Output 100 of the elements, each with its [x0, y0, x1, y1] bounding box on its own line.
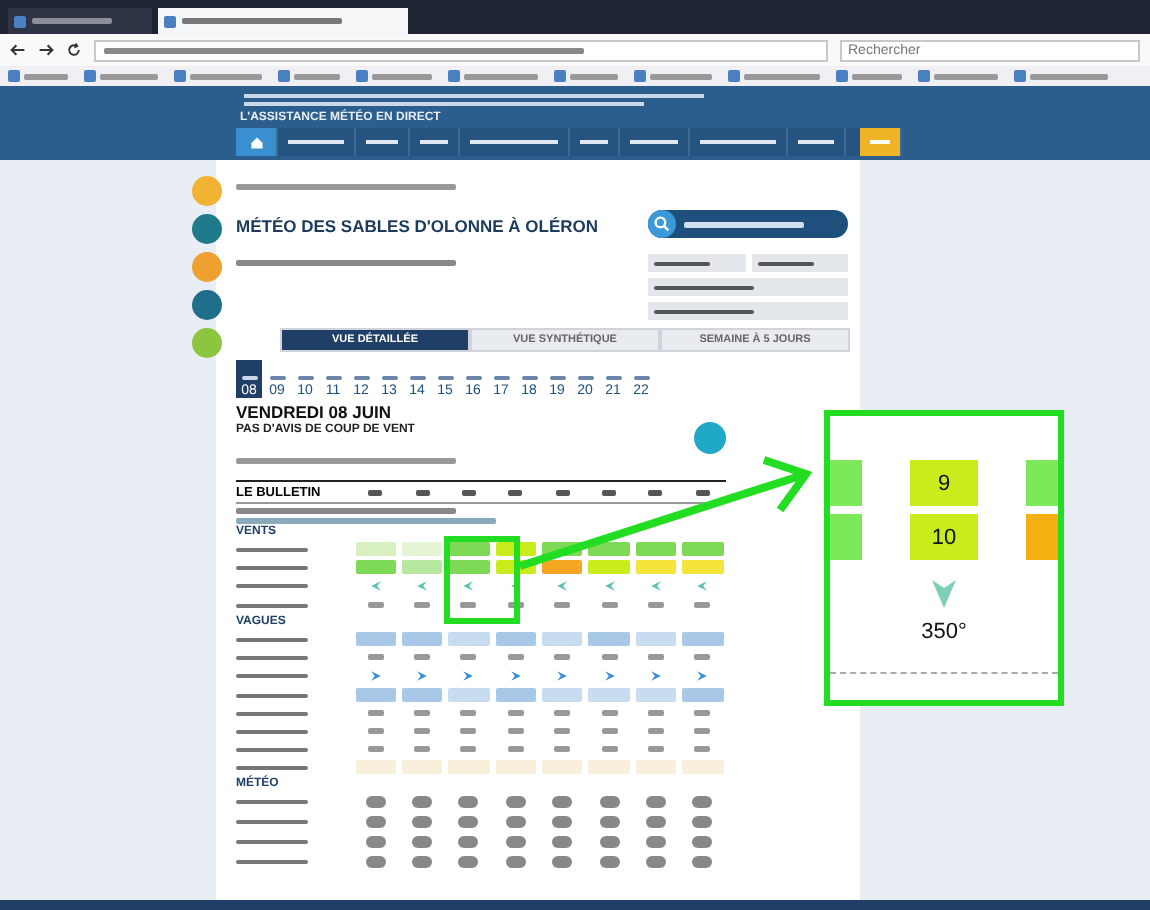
forecast-value [694, 602, 711, 608]
nav-button[interactable] [648, 254, 745, 272]
bookmark-item[interactable] [448, 70, 538, 82]
forecast-value [554, 602, 571, 608]
cloud-icon [458, 856, 479, 868]
direction-arrow-icon [416, 670, 429, 682]
forward-icon[interactable] [38, 42, 54, 58]
bookmark-item[interactable] [356, 70, 432, 82]
hour-label [555, 489, 570, 495]
hour-label [508, 489, 523, 495]
hour-label [368, 489, 383, 495]
cloud-icon [412, 836, 433, 848]
cloud-icon [505, 816, 526, 828]
page-favicon-icon [164, 15, 176, 27]
nav-button[interactable] [751, 254, 848, 272]
bookmark-item[interactable] [918, 70, 998, 82]
cloud-icon [645, 816, 666, 828]
home-button[interactable] [236, 128, 278, 156]
cloud-icon [599, 856, 620, 868]
direction-arrow-icon [462, 670, 475, 682]
cloud-icon [599, 816, 620, 828]
link-button[interactable] [648, 302, 848, 320]
forecast-value [460, 654, 477, 660]
cloud-icon [692, 836, 713, 848]
forecast-cell: 9 [910, 460, 978, 506]
forecast-value [460, 602, 477, 608]
direction-arrow-icon [509, 670, 522, 682]
address-field[interactable] [94, 39, 828, 61]
bookmark-item[interactable] [1014, 70, 1108, 82]
search-button[interactable] [648, 210, 848, 238]
cloud-icon [552, 796, 573, 808]
cloud-icon [365, 796, 386, 808]
cloud-icon [458, 796, 479, 808]
bookmark-item[interactable] [728, 70, 820, 82]
direction-arrow-icon [462, 580, 475, 592]
cloud-icon [412, 856, 433, 868]
cloud-icon [505, 796, 526, 808]
day-title: VENDREDI 08 JUIN [236, 402, 393, 422]
bookmark-item[interactable] [278, 70, 340, 82]
bookmark-item[interactable] [8, 70, 68, 82]
hour-label [461, 489, 476, 495]
direction-arrow-icon [556, 580, 569, 592]
forecast-value [507, 602, 524, 608]
sidebar-shortcut-icon[interactable] [192, 290, 222, 320]
back-icon[interactable] [10, 42, 26, 58]
forecast-value [554, 654, 571, 660]
direction-arrow-icon [416, 580, 429, 592]
forecast-value [601, 654, 618, 660]
browser-tab[interactable] [158, 8, 408, 34]
forecast-value [414, 654, 431, 660]
cloud-icon [645, 796, 666, 808]
blurred-text [32, 18, 112, 24]
cloud-icon [458, 816, 479, 828]
cloud-icon [458, 836, 479, 848]
direction-arrow-icon [369, 670, 382, 682]
direction-arrow-icon [369, 580, 382, 592]
cloud-icon [505, 836, 526, 848]
direction-arrow-icon [603, 670, 616, 682]
bookmark-item[interactable] [174, 70, 262, 82]
bookmark-item[interactable] [836, 70, 902, 82]
cloud-icon [505, 856, 526, 868]
link-button[interactable] [648, 278, 848, 296]
direction-arrow-icon [932, 580, 956, 608]
direction-arrow-icon [696, 670, 709, 682]
forecast-value [601, 602, 618, 608]
sidebar-shortcut-icon[interactable] [192, 214, 222, 244]
forecast-cell: 10 [910, 514, 978, 560]
browser-tab[interactable] [8, 8, 152, 34]
cloud-icon [599, 796, 620, 808]
bookmark-item[interactable] [634, 70, 712, 82]
cloud-icon [365, 816, 386, 828]
wind-direction: 350° [921, 620, 967, 644]
direction-arrow-icon [649, 670, 662, 682]
bookmark-item[interactable] [84, 70, 158, 82]
hour-label [648, 489, 663, 495]
cloud-icon [692, 816, 713, 828]
forecast-value [367, 654, 384, 660]
cloud-icon [365, 856, 386, 868]
forecast-value [507, 654, 524, 660]
forecast-value [367, 602, 384, 608]
temperature-badge [694, 422, 726, 454]
cloud-icon [645, 836, 666, 848]
cloud-icon [692, 796, 713, 808]
cloud-icon [365, 836, 386, 848]
page-favicon-icon [14, 15, 26, 27]
cloud-icon [552, 856, 573, 868]
forecast-value [647, 654, 664, 660]
page-title: MÉTÉO DES SABLES D'OLONNE À OLÉRON [236, 216, 599, 236]
highlight-frame [444, 536, 520, 624]
cloud-icon [412, 796, 433, 808]
direction-arrow-icon [509, 580, 522, 592]
direction-arrow-icon [556, 670, 569, 682]
bookmark-item[interactable] [554, 70, 618, 82]
forecast-value [414, 602, 431, 608]
reload-icon[interactable] [66, 42, 82, 58]
cloud-icon [645, 856, 666, 868]
nav-item[interactable] [860, 128, 902, 156]
cloud-icon [599, 836, 620, 848]
forecast-value [694, 654, 711, 660]
cloud-icon [412, 816, 433, 828]
